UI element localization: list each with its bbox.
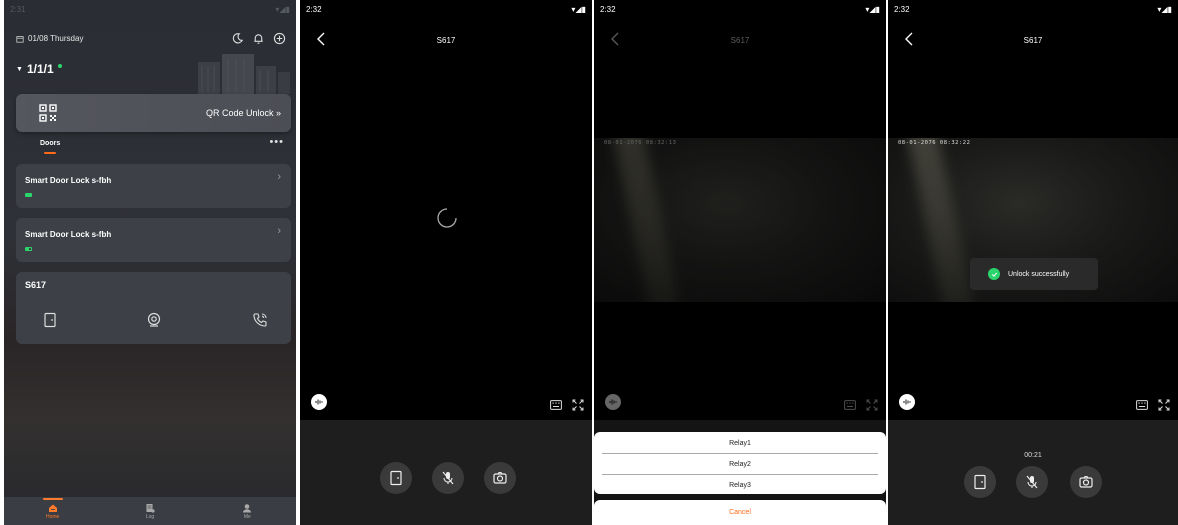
check-circle-icon (988, 268, 1000, 280)
door-icon (390, 470, 402, 486)
bell-icon[interactable] (252, 32, 265, 45)
keyboard-icon[interactable] (844, 400, 856, 410)
tab-doors[interactable]: Doors (40, 140, 60, 147)
location-label: 1/1/1 (26, 62, 54, 76)
camera-icon (493, 471, 507, 484)
status-time: 2:31 (10, 4, 26, 14)
call-connecting-screen: 2:32 ▾◢▮ S617 (300, 0, 592, 525)
nav-me[interactable]: Me (227, 503, 267, 520)
unlock-toast: Unlock successfully (970, 258, 1098, 290)
qr-unlock-card[interactable]: QR Code Unlock » (16, 94, 291, 132)
door-icon (974, 474, 986, 490)
location-selector[interactable]: ▼ 1/1/1 (16, 62, 62, 76)
call-timer: 00:21 (1024, 452, 1042, 459)
building-illustration (198, 54, 290, 94)
fullscreen-icon[interactable] (1158, 399, 1170, 411)
mic-off-icon (1026, 475, 1038, 489)
status-bar: 2:32 ▾◢▮ (300, 0, 592, 18)
call-title: S617 (730, 36, 750, 45)
more-icon[interactable]: ••• (269, 136, 284, 148)
mic-off-icon (442, 471, 454, 485)
video-feed[interactable]: 08-01-2076 08:32:13 (594, 138, 886, 302)
status-bar: 2:32 ▾◢▮ (888, 0, 1178, 18)
fullscreen-icon[interactable] (866, 399, 878, 411)
home-screen: 2:31 ▾◢▮ 01/08 Thursday ▼ 1/1/1 QR Code … (4, 0, 296, 525)
battery-icon (25, 193, 32, 197)
cancel-button[interactable]: Cancel (594, 500, 886, 525)
lock-card-2[interactable]: Smart Door Lock s-fbh › (16, 218, 291, 262)
moon-icon[interactable] (231, 32, 244, 45)
status-time: 2:32 (894, 4, 910, 14)
snapshot-button[interactable] (484, 462, 516, 494)
keyboard-icon[interactable] (1136, 400, 1148, 410)
status-time: 2:32 (600, 4, 616, 14)
status-time: 2:32 (306, 4, 322, 14)
mute-mic-button[interactable] (432, 462, 464, 494)
lock-name: Smart Door Lock s-fbh (25, 230, 112, 239)
nav-label: Log (145, 513, 155, 520)
qr-unlock-label: QR Code Unlock » (205, 108, 281, 118)
unlock-door-button[interactable] (380, 462, 412, 494)
top-icons (231, 32, 286, 45)
nav-label: Me (243, 513, 251, 520)
camera-icon (1079, 475, 1093, 488)
status-icons: ▾◢▮ (865, 4, 880, 14)
tab-doors-indicator (44, 152, 56, 154)
date-row: 01/08 Thursday (16, 34, 83, 43)
toast-message: Unlock successfully (1008, 270, 1070, 278)
video-timestamp: 08-01-2076 08:32:13 (604, 140, 677, 146)
online-indicator (57, 64, 62, 68)
battery-icon (25, 247, 32, 251)
calendar-icon (16, 35, 24, 43)
keyboard-icon[interactable] (550, 400, 562, 410)
snapshot-button[interactable] (1070, 466, 1102, 498)
door-icon[interactable] (42, 312, 58, 328)
status-icons: ▾◢▮ (275, 4, 290, 14)
relay-select-screen: 2:32 ▾◢▮ S617 08-01-2076 08:32:13 Relay1… (594, 0, 886, 525)
caret-down-icon: ▼ (16, 65, 23, 73)
audio-icon[interactable] (311, 394, 327, 410)
relay-option-2[interactable]: Relay2 (602, 454, 878, 474)
call-title: S617 (436, 36, 456, 45)
nav-home[interactable]: Home (33, 497, 73, 520)
call-title: S617 (1023, 36, 1043, 45)
audio-icon[interactable] (899, 394, 915, 410)
device-card-s617[interactable]: S617 (16, 272, 291, 344)
status-icons: ▾◢▮ (1157, 4, 1172, 14)
log-icon (146, 503, 155, 513)
add-circle-icon[interactable] (273, 32, 286, 45)
video-timestamp: 08-01-2076 08:32:22 (898, 140, 971, 146)
audio-icon[interactable] (605, 394, 621, 410)
nav-log[interactable]: Log (130, 503, 170, 520)
loading-spinner-icon (437, 208, 457, 228)
unlock-success-screen: 2:32 ▾◢▮ S617 08-01-2076 08:32:22 Unlock… (888, 0, 1178, 525)
nav-label: Home (45, 513, 60, 520)
fullscreen-icon[interactable] (572, 399, 584, 411)
mute-mic-button[interactable] (1016, 466, 1048, 498)
chevron-right-icon: › (277, 171, 281, 183)
unlock-door-button[interactable] (964, 466, 996, 498)
qr-code-icon (39, 104, 57, 122)
lock-card-1[interactable]: Smart Door Lock s-fbh › (16, 164, 291, 208)
device-name: S617 (25, 280, 47, 290)
light-streak (906, 138, 976, 302)
relay-option-1[interactable]: Relay1 (602, 433, 878, 453)
status-bar: 2:31 ▾◢▮ (4, 0, 296, 18)
light-streak (612, 138, 682, 302)
relay-option-3[interactable]: Relay3 (602, 475, 878, 495)
bottom-tab-bar: Home Log Me (4, 497, 296, 525)
me-icon (243, 503, 252, 512)
lock-name: Smart Door Lock s-fbh (25, 176, 112, 185)
chevron-right-icon: › (277, 225, 281, 237)
date-label: 01/08 Thursday (28, 34, 84, 43)
relay-sheet: Relay1 Relay2 Relay3 (594, 432, 886, 494)
phone-call-icon[interactable] (252, 312, 268, 328)
status-icons: ▾◢▮ (571, 4, 586, 14)
camera-monitor-icon[interactable] (146, 312, 162, 328)
status-bar: 2:32 ▾◢▮ (594, 0, 886, 18)
home-icon (48, 504, 57, 512)
